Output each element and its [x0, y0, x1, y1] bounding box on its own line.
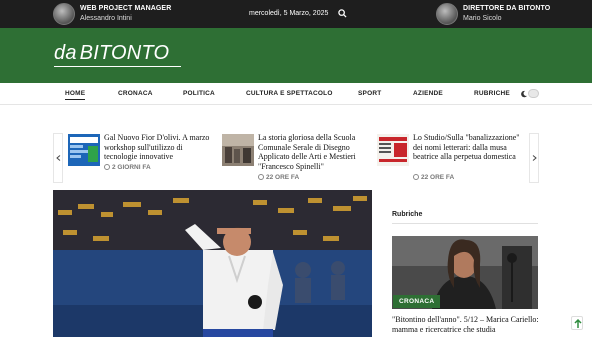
search-icon[interactable] [338, 9, 347, 18]
site-header: da BITONTO [0, 28, 592, 83]
avatar [53, 3, 75, 25]
staff-director[interactable]: DIRETTORE DA BITONTO Mario Sicolo [436, 3, 550, 25]
article-title[interactable]: Gal Nuovo Fior D'olivi. A marzo workshop… [104, 133, 216, 162]
article-title[interactable]: Lo Studio/Sulla "banalizzazione" dei nom… [413, 133, 525, 162]
current-date: mercoledì, 5 Marzo, 2025 [249, 10, 329, 17]
logo-underline [54, 66, 181, 67]
logo-prefix: da [54, 42, 77, 64]
moon-icon[interactable] [520, 90, 528, 98]
nav-item-home[interactable]: HOME [65, 90, 86, 100]
nav-item-rubriche[interactable]: RUBRICHE [474, 90, 510, 97]
chevron-right-icon [532, 155, 537, 161]
nav-item-sport[interactable]: SPORT [358, 90, 381, 97]
divider [392, 223, 538, 224]
staff-role: DIRETTORE DA BITONTO [463, 5, 551, 12]
main-nav: HOME CRONACA POLITICA CULTURA E SPETTACO… [0, 83, 592, 105]
article-time: 2 GIORNI FA [104, 164, 151, 171]
carousel-card[interactable]: Lo Studio/Sulla "banalizzazione" dei nom… [377, 133, 527, 183]
clock-icon [104, 164, 110, 170]
hero-article-image[interactable] [53, 190, 372, 337]
logo-main: BITONTO [79, 42, 170, 64]
nav-item-aziende[interactable]: AZIENDE [413, 90, 443, 97]
site-logo[interactable]: da BITONTO [54, 42, 169, 65]
nav-item-politica[interactable]: POLITICA [183, 90, 215, 97]
article-thumbnail [68, 134, 100, 166]
staff-role: WEB PROJECT MANAGER [80, 5, 172, 12]
sidebar-title: Rubriche [392, 211, 423, 218]
article-time: 22 ORE FA [258, 174, 299, 181]
news-carousel: Gal Nuovo Fior D'olivi. A marzo workshop… [53, 133, 539, 183]
nav-item-cultura-e-spettacolo[interactable]: CULTURA E SPETTACOLO [246, 90, 333, 97]
nav-item-cronaca[interactable]: CRONACA [118, 90, 153, 97]
carousel-prev-button[interactable] [53, 133, 63, 183]
article-thumbnail [222, 134, 254, 166]
scroll-top-button[interactable] [571, 316, 583, 330]
clock-icon [258, 174, 264, 180]
clock-icon [413, 174, 419, 180]
arrow-up-icon [574, 318, 582, 328]
sidebar-article-title[interactable]: "Bitontino dell'anno". 5/12 – Marica Car… [392, 315, 542, 335]
time-label: 22 ORE FA [266, 174, 300, 181]
carousel-card[interactable]: La storia gloriosa della Scuola Comunale… [222, 133, 374, 183]
avatar [436, 3, 458, 25]
staff-name: Mario Sicolo [463, 15, 502, 22]
carousel-next-button[interactable] [529, 133, 539, 183]
time-label: 22 ORE FA [421, 174, 455, 181]
category-badge[interactable]: CRONACA [393, 295, 441, 308]
article-time: 22 ORE FA [413, 174, 454, 181]
carousel-card[interactable]: Gal Nuovo Fior D'olivi. A marzo workshop… [68, 133, 218, 183]
chevron-left-icon [55, 155, 60, 161]
dark-mode-toggle[interactable] [528, 89, 539, 98]
staff-name: Alessandro Intini [80, 15, 132, 22]
time-label: 2 GIORNI FA [112, 164, 151, 171]
article-thumbnail [377, 134, 409, 166]
staff-web-manager[interactable]: WEB PROJECT MANAGER Alessandro Intini [53, 3, 171, 25]
top-bar: WEB PROJECT MANAGER Alessandro Intini me… [0, 0, 592, 28]
article-title[interactable]: La storia gloriosa della Scuola Comunale… [258, 133, 374, 171]
